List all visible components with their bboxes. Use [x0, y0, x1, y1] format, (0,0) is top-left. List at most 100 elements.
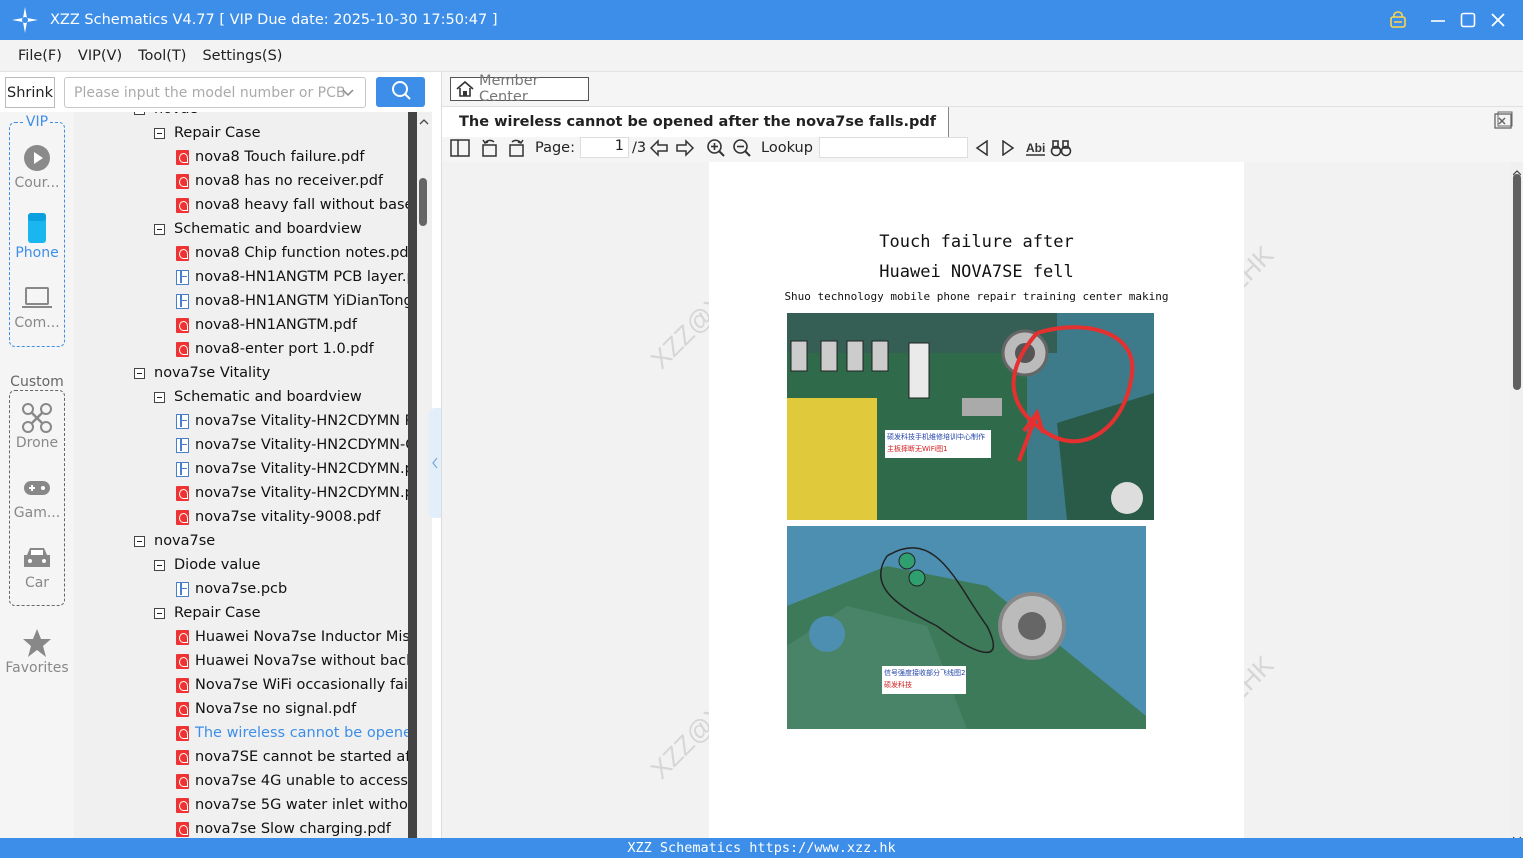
tree-folder[interactable]: Schematic and boardview — [154, 385, 362, 409]
tree-item-label: nova8-HN1ANGTM YiDianTong — [195, 293, 408, 309]
pcb-file-icon — [176, 293, 189, 309]
find-all-icon[interactable] — [1050, 136, 1072, 160]
tree-file[interactable]: nova7se Slow charging.pdf — [176, 817, 391, 838]
collapse-toggle-icon[interactable] — [154, 127, 165, 139]
tree-item-label: nova8-HN1ANGTM PCB layer.pdf — [195, 269, 408, 285]
tree-file[interactable]: Huawei Nova7se without backlight — [176, 649, 408, 673]
sidebar-item-games[interactable]: Gam... — [0, 473, 74, 521]
sidebar-item-computer[interactable]: Com... — [0, 283, 74, 331]
shrink-button[interactable]: Shrink — [5, 77, 55, 108]
menu-bar: File(F) VIP(V) Tool(T) Settings(S) — [0, 40, 1523, 72]
phone-icon — [22, 213, 52, 243]
collapse-toggle-icon[interactable] — [154, 391, 165, 403]
tree-folder[interactable]: nova8 — [134, 112, 199, 121]
tree-file[interactable]: nova7se.pcb — [176, 577, 287, 601]
rotate-right-icon[interactable] — [506, 136, 526, 160]
tree-file[interactable]: nova7se Vitality-HN2CDYMN.pcb — [176, 457, 408, 481]
match-case-icon[interactable]: Abi — [1025, 136, 1047, 160]
menu-file[interactable]: File(F) — [18, 48, 62, 64]
tree-file[interactable]: nova8 heavy fall without baseband — [176, 193, 408, 217]
tree-folder[interactable]: Repair Case — [154, 121, 261, 145]
viewer-scrollbar[interactable] — [1510, 162, 1523, 842]
chevron-down-icon[interactable] — [341, 86, 355, 104]
lock-icon[interactable] — [1383, 0, 1413, 40]
tree-item-label: Nova7se no signal.pdf — [195, 701, 357, 717]
collapse-panel-handle[interactable] — [429, 408, 441, 518]
menu-tool[interactable]: Tool(T) — [138, 48, 186, 64]
svg-text:Abi: Abi — [1026, 141, 1045, 155]
tree-file[interactable]: Nova7se WiFi occasionally fails — [176, 673, 408, 697]
previous-page-icon[interactable] — [649, 136, 669, 160]
tree-item-label: Schematic and boardview — [174, 221, 362, 237]
page-number-input[interactable]: 1 — [580, 137, 629, 158]
play-icon — [22, 143, 52, 173]
sidebar-item-label: Car — [24, 575, 50, 591]
tree-file[interactable]: nova7se 4G unable to access Internet — [176, 769, 408, 793]
find-previous-icon[interactable] — [974, 136, 990, 160]
search-button[interactable] — [376, 77, 425, 107]
document-viewer[interactable]: XZZ@XZZHK XZZ@XZZHK XZZ@XZZHK XZZ@XZZHK … — [442, 162, 1523, 838]
scroll-up-icon[interactable] — [419, 114, 429, 130]
tree-file[interactable]: Huawei Nova7se Inductor Missing — [176, 625, 408, 649]
sidebar-toggle-icon[interactable] — [450, 136, 470, 160]
scrollbar-thumb[interactable] — [419, 178, 427, 226]
close-icon[interactable] — [1483, 0, 1513, 40]
menu-vip[interactable]: VIP(V) — [78, 48, 122, 64]
close-tab-icon[interactable] — [1493, 111, 1513, 135]
collapse-toggle-icon[interactable] — [134, 535, 145, 547]
tree-file[interactable]: nova7se Vitality-HN2CDYMN PCB — [176, 409, 408, 433]
tree-folder[interactable]: Diode value — [154, 553, 260, 577]
next-page-icon[interactable] — [675, 136, 695, 160]
tree-file[interactable]: nova7SE cannot be started after — [176, 745, 408, 769]
minimize-icon[interactable] — [1423, 0, 1453, 40]
tree-item-label: nova7se Slow charging.pdf — [195, 821, 391, 837]
collapse-toggle-icon[interactable] — [154, 559, 165, 571]
tree-folder[interactable]: Schematic and boardview — [154, 217, 362, 241]
find-next-icon[interactable] — [1000, 136, 1016, 160]
title-bar: XZZ Schematics V4.77 [ VIP Due date: 202… — [0, 0, 1523, 40]
sidebar-item-car[interactable]: Car — [0, 543, 74, 591]
tree-file[interactable]: nova8 Touch failure.pdf — [176, 145, 365, 169]
collapse-toggle-icon[interactable] — [134, 112, 145, 115]
scrollbar-thumb[interactable] — [1513, 174, 1521, 390]
collapse-toggle-icon[interactable] — [154, 607, 165, 619]
sidebar-item-drone[interactable]: Drone — [0, 403, 74, 451]
menu-settings[interactable]: Settings(S) — [202, 48, 282, 64]
tree-file[interactable]: nova7se 5G water inlet without signal — [176, 793, 408, 817]
member-center-button[interactable]: Member Center — [450, 73, 589, 105]
pdf-file-icon — [176, 773, 189, 789]
tree-file[interactable]: nova7se Vitality-HN2CDYMN-Chip — [176, 433, 408, 457]
collapse-toggle-icon[interactable] — [134, 367, 145, 379]
pcb-file-icon — [176, 269, 189, 285]
pdf-file-icon — [176, 677, 189, 693]
rotate-left-icon[interactable] — [480, 136, 500, 160]
sidebar-item-favorites[interactable]: Favorites — [0, 628, 74, 676]
tree-file[interactable]: nova8 Chip function notes.pdf — [176, 241, 408, 265]
tree-file[interactable]: nova7se Vitality-HN2CDYMN.pdf — [176, 481, 408, 505]
lookup-input[interactable] — [819, 137, 968, 158]
sidebar-item-label: Com... — [14, 315, 60, 331]
document-tab[interactable]: The wireless cannot be opened after the … — [442, 107, 950, 137]
tree-file[interactable]: Nova7se no signal.pdf — [176, 697, 356, 721]
tree-item-label: Schematic and boardview — [174, 389, 362, 405]
tree-file[interactable]: nova8-HN1ANGTM PCB layer.pdf — [176, 265, 408, 289]
document-subtitle: Shuo technology mobile phone repair trai… — [784, 290, 1169, 303]
tree-file[interactable]: The wireless cannot be opened — [176, 721, 408, 745]
tree-file[interactable]: nova8-enter port 1.0.pdf — [176, 337, 374, 361]
collapse-toggle-icon[interactable] — [154, 223, 165, 235]
sidebar-item-courses[interactable]: Cour... — [0, 143, 74, 191]
tree-file[interactable]: nova8-HN1ANGTM.pdf — [176, 313, 357, 337]
tree-folder[interactable]: nova7se Vitality — [134, 361, 270, 385]
zoom-in-icon[interactable] — [706, 136, 726, 160]
tree-file[interactable]: nova8-HN1ANGTM YiDianTong — [176, 289, 408, 313]
tree-folder[interactable]: Repair Case — [154, 601, 261, 625]
tree-file[interactable]: nova8 has no receiver.pdf — [176, 169, 383, 193]
maximize-icon[interactable] — [1453, 0, 1483, 40]
tree-folder[interactable]: nova7se — [134, 529, 215, 553]
sidebar-item-phone[interactable]: Phone — [0, 213, 74, 261]
document-title-line2: Huawei NOVA7SE fell — [879, 262, 1074, 282]
model-search-input[interactable]: Please input the model number or PCB — [64, 77, 366, 108]
photo-1-caption-line1: 硕发科技手机维修培训中心制作 — [887, 433, 985, 441]
zoom-out-icon[interactable] — [732, 136, 752, 160]
tree-file[interactable]: nova7se vitality-9008.pdf — [176, 505, 380, 529]
